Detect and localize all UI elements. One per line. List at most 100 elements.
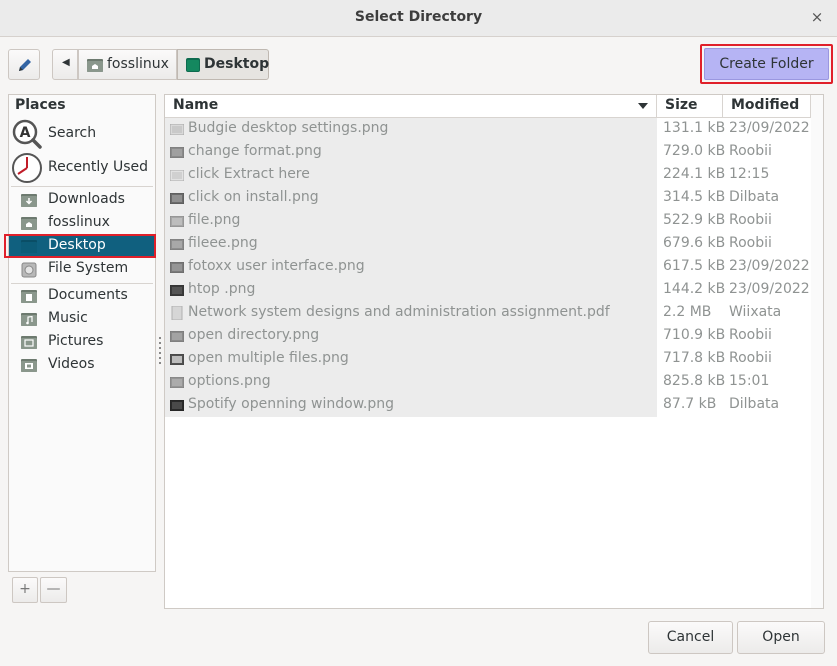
image-file-icon [170,400,184,411]
file-size: 2.2 MB [663,304,712,320]
file-modified: Dilbata [729,189,780,205]
column-header-size[interactable]: Size [657,95,723,117]
file-modified: 15:01 [729,373,770,389]
close-icon: × [810,8,824,26]
file-name: htop .png [188,281,256,297]
sidebar-item-file-system[interactable]: File System [9,258,155,281]
cancel-button-label: Cancel [666,629,715,645]
remove-bookmark-button[interactable]: — [40,577,67,603]
open-button-label: Open [762,629,800,645]
file-name: change format.png [188,143,322,159]
file-name: fotoxx user interface.png [188,258,365,274]
column-header-modified[interactable]: Modified [723,95,811,117]
table-row[interactable]: open directory.png 710.9 kB Roobii [165,325,811,348]
image-file-icon [170,124,184,135]
sidebar-item-fosslinux[interactable]: fosslinux [9,212,155,235]
sidebar-item-search[interactable]: A Search [9,117,155,151]
image-file-icon [170,193,184,204]
sidebar-item-downloads[interactable]: Downloads [9,189,155,212]
file-size: 224.1 kB [663,166,726,182]
sidebar-item-label: Documents [48,287,128,303]
edit-location-button[interactable] [8,49,40,80]
table-row[interactable]: click on install.png 314.5 kB Dilbata [165,187,811,210]
file-modified: Roobii [729,212,772,228]
window-title: Select Directory [354,9,483,25]
sidebar-item-music[interactable]: Music [9,308,155,331]
file-name: options.png [188,373,271,389]
vertical-scrollbar[interactable] [811,95,823,608]
create-folder-button[interactable]: Create Folder [704,48,829,80]
path-button-fosslinux[interactable]: fosslinux [78,49,177,80]
table-row[interactable]: options.png 825.8 kB 15:01 [165,371,811,394]
image-file-icon [170,147,184,158]
table-row[interactable]: click Extract here 224.1 kB 12:15 [165,164,811,187]
path-scroll-back-button[interactable]: ◀ [52,49,78,80]
file-size: 679.6 kB [663,235,726,251]
chevron-left-icon: ◀ [62,57,70,68]
sidebar-item-videos[interactable]: Videos [9,354,155,377]
videos-folder-icon [21,359,37,372]
file-modified: 23/09/2022 [729,120,810,136]
home-folder-icon [87,59,103,72]
sidebar-item-recently-used[interactable]: Recently Used [9,151,155,185]
sidebar-separator [11,283,153,284]
image-file-icon [170,216,184,227]
pencil-icon [19,59,31,71]
file-size: 717.8 kB [663,350,726,366]
file-modified: Roobii [729,350,772,366]
file-size: 617.5 kB [663,258,726,274]
open-button[interactable]: Open [737,621,825,654]
table-row[interactable]: htop .png 144.2 kB 23/09/2022 [165,279,811,302]
document-file-icon [171,306,183,320]
file-size: 314.5 kB [663,189,726,205]
file-size: 522.9 kB [663,212,726,228]
sidebar-separator [11,186,153,187]
sidebar-item-pictures[interactable]: Pictures [9,331,155,354]
file-modified: Roobii [729,235,772,251]
column-header-name[interactable]: Name [165,95,657,117]
drive-icon [21,262,37,278]
path-button-desktop[interactable]: Desktop [177,49,269,80]
file-name: Budgie desktop settings.png [188,120,389,136]
table-row[interactable]: open multiple files.png 717.8 kB Roobii [165,348,811,371]
table-row[interactable]: Network system designs and administratio… [165,302,811,325]
file-modified: Wiixata [729,304,782,320]
svg-text:A: A [20,125,31,141]
file-name: Spotify openning window.png [188,396,394,412]
pane-resize-handle[interactable] [159,337,161,367]
file-size: 729.0 kB [663,143,726,159]
table-row[interactable]: change format.png 729.0 kB Roobii [165,141,811,164]
file-name: open multiple files.png [188,350,349,366]
highlight-outline [4,234,156,258]
documents-folder-icon [21,290,37,303]
file-modified: Roobii [729,327,772,343]
sort-descending-icon [638,103,648,109]
sidebar-item-label: fosslinux [48,214,110,230]
file-name: click on install.png [188,189,319,205]
desktop-folder-icon [186,58,200,72]
table-row[interactable]: fileee.png 679.6 kB Roobii [165,233,811,256]
plus-icon: + [19,581,31,597]
image-file-icon [170,331,184,342]
cancel-button[interactable]: Cancel [648,621,733,654]
home-folder-icon [21,217,37,230]
table-row[interactable]: Budgie desktop settings.png 131.1 kB 23/… [165,118,811,141]
file-name: click Extract here [188,166,310,182]
music-folder-icon [21,313,37,326]
path-button-label: Desktop [204,56,270,72]
image-file-icon [170,354,184,365]
table-row[interactable]: fotoxx user interface.png 617.5 kB 23/09… [165,256,811,279]
sidebar-item-documents[interactable]: Documents [9,285,155,308]
table-row[interactable]: file.png 522.9 kB Roobii [165,210,811,233]
file-size: 710.9 kB [663,327,726,343]
file-name: fileee.png [188,235,258,251]
image-file-icon [170,377,184,388]
close-button[interactable]: × [809,8,825,26]
add-bookmark-button[interactable]: + [12,577,38,603]
minus-icon: — [46,581,61,597]
file-modified: 12:15 [729,166,770,182]
places-sidebar: Places A Search Recently Used Downloads [8,94,156,572]
sidebar-item-label: Pictures [48,333,104,349]
table-row[interactable]: Spotify openning window.png 87.7 kB Dilb… [165,394,811,417]
file-name: open directory.png [188,327,320,343]
